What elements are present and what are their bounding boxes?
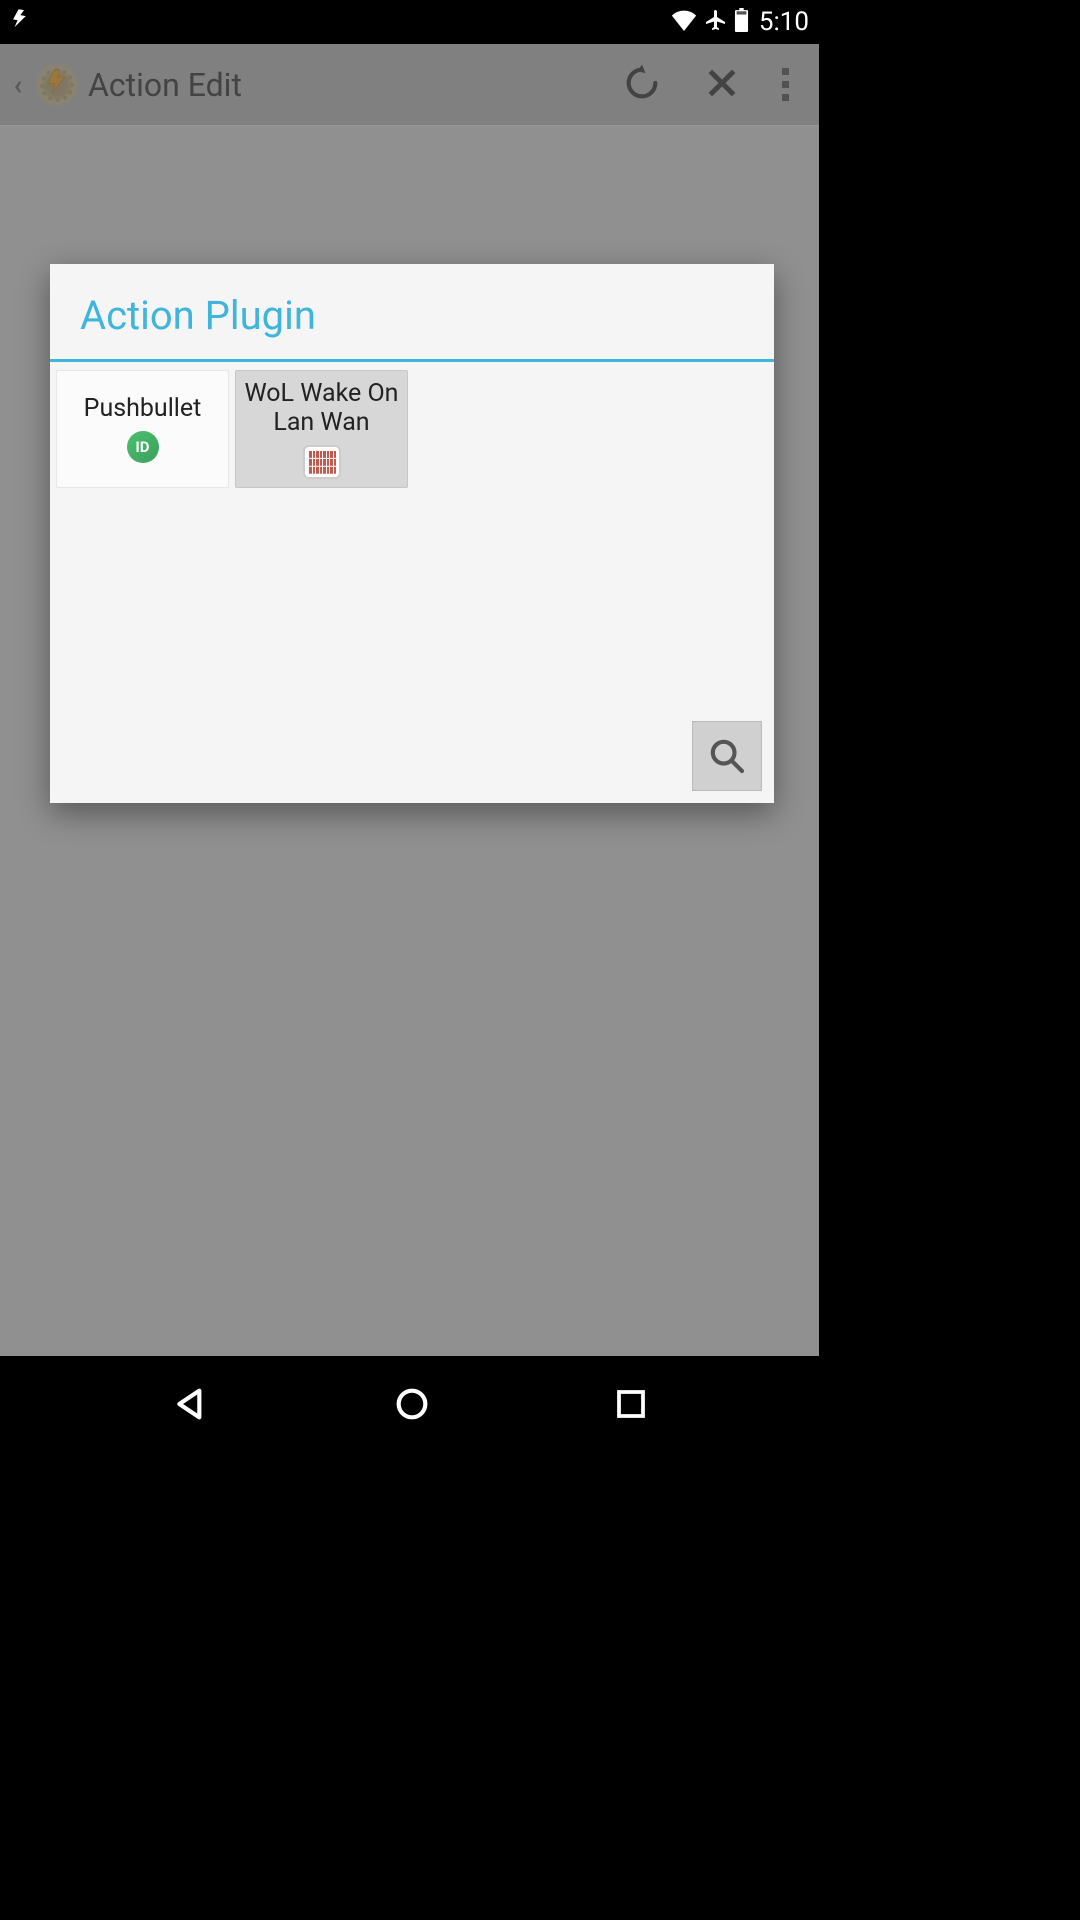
- airplane-mode-icon: [704, 8, 728, 36]
- plugin-grid: Pushbullet ID WoL Wake On Lan Wan: [50, 362, 774, 496]
- pushbullet-icon: ID: [127, 431, 159, 463]
- status-clock: 5:10: [759, 7, 809, 37]
- page-title: Action Edit: [88, 66, 622, 104]
- nav-recent-icon[interactable]: [613, 1386, 649, 1426]
- app-bar: ‹ Action Edit: [0, 44, 819, 126]
- nav-home-icon[interactable]: [392, 1384, 432, 1428]
- charging-icon: [8, 6, 35, 37]
- wifi-icon: [670, 9, 698, 35]
- plugin-item-pushbullet[interactable]: Pushbullet ID: [56, 370, 229, 488]
- status-bar: 5:10: [0, 0, 819, 44]
- close-icon[interactable]: [702, 63, 742, 107]
- wol-icon: [306, 446, 338, 478]
- dialog-title: Action Plugin: [80, 292, 744, 339]
- plugin-label: Pushbullet: [84, 395, 202, 424]
- plugin-item-wol[interactable]: WoL Wake On Lan Wan: [235, 370, 408, 488]
- tasker-app-icon: [34, 62, 80, 108]
- back-button[interactable]: ‹: [10, 68, 26, 101]
- action-plugin-dialog: Action Plugin Pushbullet ID WoL Wake On …: [50, 264, 774, 803]
- plugin-label: WoL Wake On Lan Wan: [240, 380, 403, 438]
- search-button[interactable]: [692, 721, 762, 791]
- nav-back-icon[interactable]: [171, 1384, 211, 1428]
- overflow-menu-icon[interactable]: [782, 68, 789, 101]
- search-icon: [707, 736, 747, 776]
- refresh-icon[interactable]: [622, 63, 662, 107]
- battery-icon: [734, 8, 749, 36]
- navigation-bar: [0, 1356, 819, 1456]
